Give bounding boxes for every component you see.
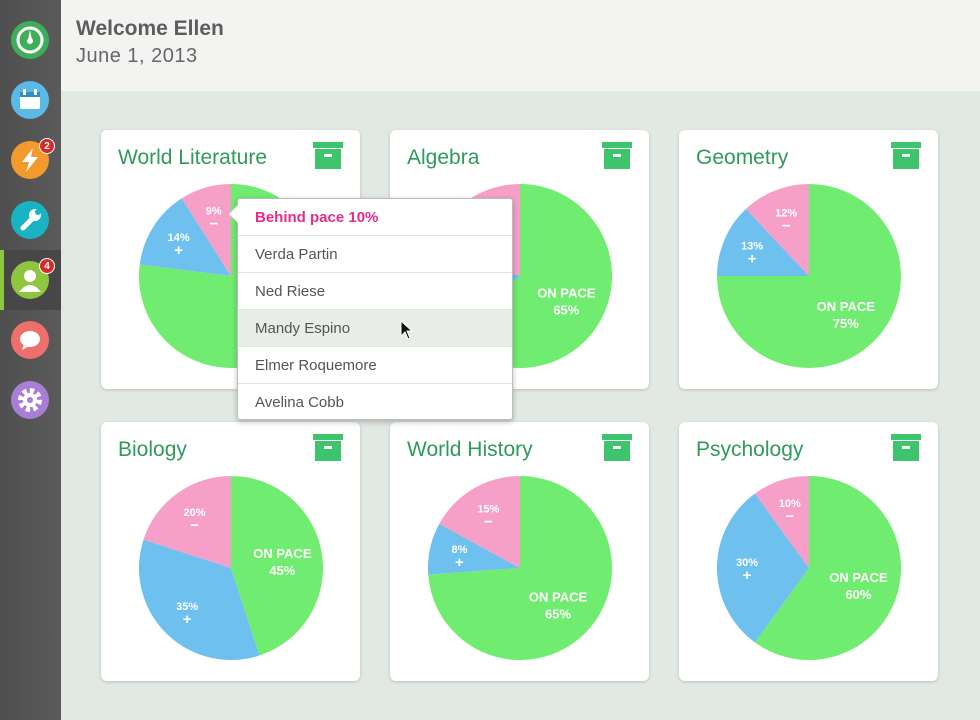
behind-minus-icon: − bbox=[190, 517, 199, 534]
course-title: World Literature bbox=[118, 146, 268, 169]
archive-icon[interactable] bbox=[891, 434, 921, 461]
course-card-world-history[interactable]: World History ON PACE 65% 8% +15% − bbox=[390, 422, 649, 681]
student-row[interactable]: Verda Partin bbox=[238, 236, 512, 273]
on-pace-label: ON PACE bbox=[537, 286, 596, 301]
course-title: World History bbox=[407, 438, 533, 461]
popup-heading: Behind pace 10% bbox=[238, 199, 512, 236]
archive-icon[interactable] bbox=[313, 142, 343, 169]
on-pace-label: ON PACE bbox=[529, 589, 588, 604]
on-pace-value: 45% bbox=[269, 563, 295, 578]
behind-minus-icon: − bbox=[785, 508, 794, 525]
on-pace-value: 65% bbox=[545, 606, 571, 621]
on-pace-value: 75% bbox=[833, 316, 859, 331]
nav-messages[interactable] bbox=[0, 310, 61, 370]
chat-icon bbox=[11, 321, 49, 359]
welcome-text: Welcome Ellen bbox=[76, 17, 224, 40]
on-pace-value: 65% bbox=[553, 303, 579, 318]
archive-icon[interactable] bbox=[602, 434, 632, 461]
behind-minus-icon: − bbox=[209, 215, 218, 232]
calendar-icon bbox=[11, 81, 49, 119]
on-pace-label: ON PACE bbox=[829, 570, 888, 585]
archive-icon[interactable] bbox=[313, 434, 343, 461]
ahead-plus-icon: + bbox=[174, 242, 183, 259]
student-row[interactable]: Elmer Roquemore bbox=[238, 347, 512, 384]
course-title: Algebra bbox=[407, 146, 480, 169]
nav-calendar[interactable] bbox=[0, 70, 61, 130]
student-row[interactable]: Avelina Cobb bbox=[238, 384, 512, 421]
nav-settings[interactable] bbox=[0, 370, 61, 430]
on-pace-value: 60% bbox=[845, 587, 871, 602]
ahead-plus-icon: + bbox=[743, 567, 752, 584]
ahead-plus-icon: + bbox=[455, 554, 464, 571]
course-title: Geometry bbox=[696, 146, 789, 169]
course-card-psychology[interactable]: Psychology ON PACE 60% 30% +10% − bbox=[679, 422, 938, 681]
course-card-geometry[interactable]: Geometry ON PACE 75% 13% +12% − bbox=[679, 130, 938, 389]
mouse-cursor-icon bbox=[400, 320, 414, 340]
student-row[interactable]: Mandy Espino bbox=[238, 310, 512, 347]
dashboard-icon bbox=[11, 21, 49, 59]
students-badge: 4 bbox=[39, 258, 55, 274]
ahead-plus-icon: + bbox=[748, 250, 757, 267]
wrench-icon bbox=[11, 201, 49, 239]
behind-pace-popup: Behind pace 10% Verda Partin Ned Riese M… bbox=[229, 198, 513, 421]
pie-chart[interactable]: ON PACE60%30%+10%− bbox=[715, 474, 903, 662]
pie-chart[interactable]: ON PACE75%13%+12%− bbox=[715, 182, 903, 370]
sidebar: 2 4 bbox=[0, 0, 61, 720]
on-pace-label: ON PACE bbox=[817, 299, 876, 314]
nav-students[interactable]: 4 bbox=[0, 250, 61, 310]
ahead-plus-icon: + bbox=[183, 611, 192, 628]
nav-alerts[interactable]: 2 bbox=[0, 130, 61, 190]
student-row[interactable]: Ned Riese bbox=[238, 273, 512, 310]
nav-tools[interactable] bbox=[0, 190, 61, 250]
course-title: Biology bbox=[118, 438, 187, 461]
behind-minus-icon: − bbox=[484, 514, 493, 531]
date-text: June 1, 2013 bbox=[76, 45, 198, 67]
archive-icon[interactable] bbox=[891, 142, 921, 169]
behind-minus-icon: − bbox=[782, 217, 791, 234]
archive-icon[interactable] bbox=[602, 142, 632, 169]
course-card-biology[interactable]: Biology ON PACE 45% 35% +20% − bbox=[101, 422, 360, 681]
popup-arrow bbox=[229, 205, 238, 223]
course-title: Psychology bbox=[696, 438, 804, 461]
gear-icon bbox=[11, 381, 49, 419]
pie-chart[interactable]: ON PACE45%35%+20%− bbox=[137, 474, 325, 662]
nav-dashboard[interactable] bbox=[0, 10, 61, 70]
on-pace-label: ON PACE bbox=[253, 546, 312, 561]
pie-chart[interactable]: ON PACE65%8%+15%− bbox=[426, 474, 614, 662]
header: Welcome Ellen June 1, 2013 bbox=[61, 0, 980, 91]
alerts-badge: 2 bbox=[39, 138, 55, 154]
